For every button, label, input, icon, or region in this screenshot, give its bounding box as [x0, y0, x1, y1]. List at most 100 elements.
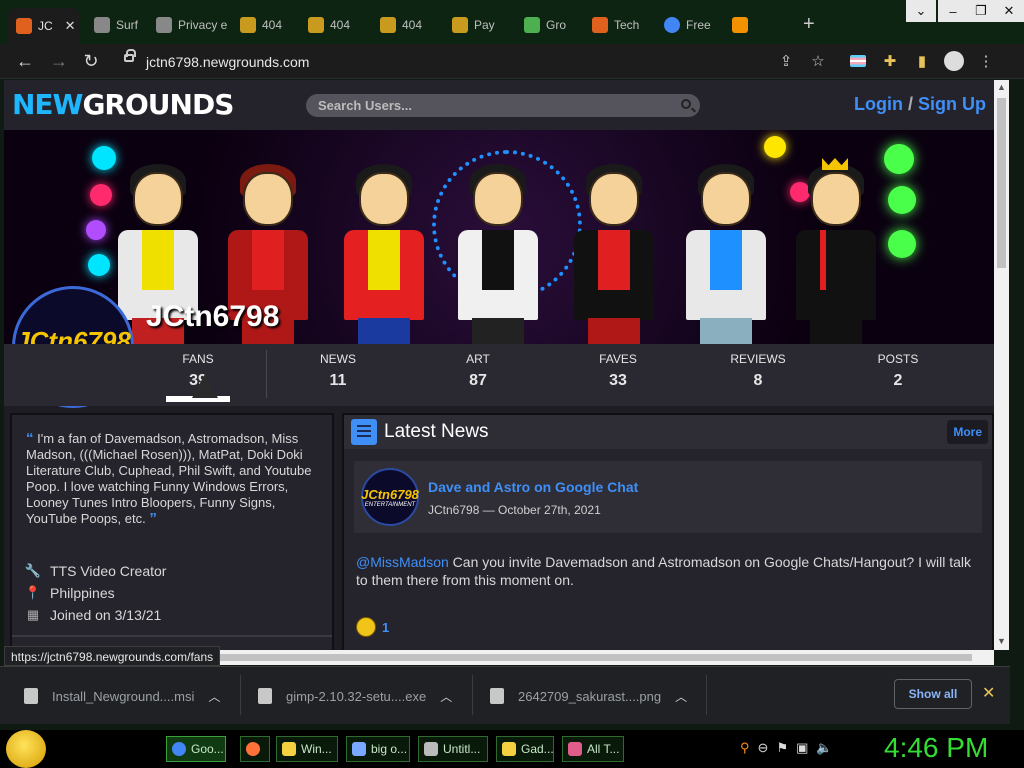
tab-active[interactable]: JC ✕ — [8, 8, 80, 44]
close-window-icon[interactable]: ✕ — [994, 0, 1024, 22]
login-link[interactable]: Login — [854, 94, 903, 114]
search-icon[interactable] — [681, 99, 691, 109]
chevron-up-icon[interactable]: ︿ — [675, 688, 687, 705]
download-name: 2642709_sakurast....png — [518, 688, 662, 704]
tab-favicon-icon — [156, 17, 172, 33]
wrench-icon: 🔧 — [24, 563, 42, 578]
stat-faves[interactable]: FAVES 33 — [568, 352, 668, 390]
tab-label: Pay — [474, 18, 495, 32]
site-header: NEWGROUNDS Search Users... Login / Sign … — [4, 80, 994, 130]
forward-arrow-icon[interactable]: → — [48, 50, 70, 72]
search-placeholder: Search Users... — [318, 98, 412, 113]
system-tray: ⚲ ⊖ ⚑ ▣ 🔈 — [740, 740, 833, 756]
tab-favicon-icon — [732, 17, 748, 33]
close-icon[interactable]: ✕ — [982, 683, 995, 703]
address-bar[interactable]: jctn6798.newgrounds.com — [110, 48, 838, 75]
extensions-puzzle-icon[interactable]: ✚ — [880, 51, 900, 71]
taskbar-item[interactable]: All T... — [562, 736, 624, 762]
volume-icon[interactable]: 🔈 — [816, 740, 832, 756]
taskbar-item[interactable]: Win... — [276, 736, 338, 762]
download-separator — [472, 675, 473, 715]
download-item[interactable]: 2642709_sakurast....png ︿ — [490, 685, 687, 707]
taskbar-item[interactable]: big o... — [346, 736, 410, 762]
taskbar-item[interactable]: Untitl... — [418, 736, 488, 762]
minimize-icon[interactable]: – — [938, 0, 968, 22]
taskbar-label: Gad... — [521, 742, 554, 756]
post-body: @MissMadson Can you invite Davemadson an… — [356, 553, 984, 589]
download-item[interactable]: Install_Newground....msi ︿ — [24, 685, 220, 707]
tab[interactable]: Tech — [584, 11, 652, 39]
taskbar: Goo... Win... big o... Untitl... Gad... … — [0, 730, 1024, 768]
post-avatar-line2: ENTERTAINMENT — [364, 501, 416, 508]
taskbar-item[interactable]: Gad... — [496, 736, 554, 762]
network-icon[interactable]: ▣ — [796, 740, 808, 756]
more-button[interactable]: More — [947, 420, 988, 444]
stat-art[interactable]: ART 87 — [428, 352, 528, 390]
tab[interactable]: 404 — [232, 11, 292, 39]
search-input[interactable]: Search Users... — [306, 94, 700, 117]
tab[interactable]: Privacy e — [148, 11, 228, 39]
chevron-down-icon[interactable]: ⌄ — [906, 0, 936, 22]
taskbar-item[interactable]: Goo... — [166, 736, 226, 762]
post-reaction[interactable]: 1 — [356, 617, 389, 637]
chevron-up-icon[interactable]: ︿ — [208, 688, 220, 705]
tab-strip: JC ✕ Surf Privacy e 404 404 404 Pay Gro … — [0, 0, 1024, 44]
vertical-scrollbar[interactable]: ▲ ▼ — [994, 80, 1009, 650]
tab[interactable]: Surf — [86, 11, 146, 39]
show-all-downloads-button[interactable]: Show all — [894, 679, 972, 709]
reload-icon[interactable]: ↻ — [80, 50, 102, 72]
stat-posts[interactable]: POSTS 2 — [848, 352, 948, 390]
share-icon[interactable]: ⇪ — [776, 51, 796, 71]
download-separator — [240, 675, 241, 715]
tasks-icon — [568, 742, 582, 756]
scroll-down-icon[interactable]: ▼ — [997, 636, 1006, 646]
new-tab-button[interactable]: + — [803, 13, 815, 36]
flag-extension-icon[interactable] — [848, 51, 868, 71]
stat-value: 87 — [469, 372, 487, 389]
minus-circle-icon[interactable]: ⊖ — [758, 740, 769, 756]
tab[interactable]: Pay — [444, 11, 504, 39]
profile-icon[interactable] — [944, 51, 964, 71]
scrollbar-thumb[interactable] — [997, 98, 1006, 268]
signup-link[interactable]: Sign Up — [918, 94, 986, 114]
taskbar-clock[interactable]: 4:46 PM — [884, 732, 988, 764]
scroll-up-icon[interactable]: ▲ — [997, 82, 1006, 92]
tab[interactable]: 404 — [372, 11, 432, 39]
post-meta: JCtn6798 — October 27th, 2021 — [428, 503, 601, 517]
map-pin-icon: 📍 — [24, 585, 42, 600]
taskbar-label: Untitl... — [443, 742, 481, 756]
quote-close-icon: ” — [149, 510, 157, 527]
sidebar-icon[interactable]: ▮ — [912, 51, 932, 71]
tab[interactable]: Free — [656, 11, 722, 39]
banner-character — [676, 158, 776, 344]
restore-icon[interactable]: ❐ — [966, 0, 996, 22]
taskbar-item[interactable] — [240, 736, 270, 762]
google-favicon-icon — [664, 17, 680, 33]
mention-link[interactable]: @MissMadson — [356, 554, 449, 570]
tab[interactable]: 404 — [300, 11, 360, 39]
logo-grounds-text: GROUNDS — [82, 88, 234, 121]
menu-kebab-icon[interactable]: ⋮ — [976, 51, 996, 71]
firefox-icon — [246, 742, 260, 756]
post-title-link[interactable]: Dave and Astro on Google Chat — [428, 479, 638, 495]
chevron-up-icon[interactable]: ︿ — [440, 688, 452, 705]
download-item[interactable]: gimp-2.10.32-setu....exe ︿ — [258, 685, 452, 707]
newgrounds-logo[interactable]: NEWGROUNDS — [12, 88, 234, 121]
download-name: gimp-2.10.32-setu....exe — [286, 688, 427, 704]
tab[interactable]: Gro — [516, 11, 576, 39]
stat-reviews[interactable]: REVIEWS 8 — [708, 352, 808, 390]
tab[interactable] — [724, 11, 784, 39]
back-arrow-icon[interactable]: ← — [14, 50, 36, 72]
search-icon[interactable]: ⚲ — [740, 740, 750, 756]
flag-icon[interactable]: ⚑ — [776, 740, 788, 756]
tab-label: Tech — [614, 18, 640, 32]
folder-icon — [282, 742, 296, 756]
post-author-avatar[interactable]: JCtn6798 ENTERTAINMENT — [361, 468, 419, 526]
close-tab-icon[interactable]: ✕ — [65, 18, 76, 34]
star-icon[interactable]: ☆ — [808, 51, 828, 71]
start-button[interactable] — [6, 730, 46, 768]
chrome-icon — [172, 742, 186, 756]
stat-news[interactable]: NEWS 11 — [288, 352, 388, 390]
tab-label: Privacy e — [178, 18, 228, 32]
tab-label: 404 — [330, 18, 351, 32]
